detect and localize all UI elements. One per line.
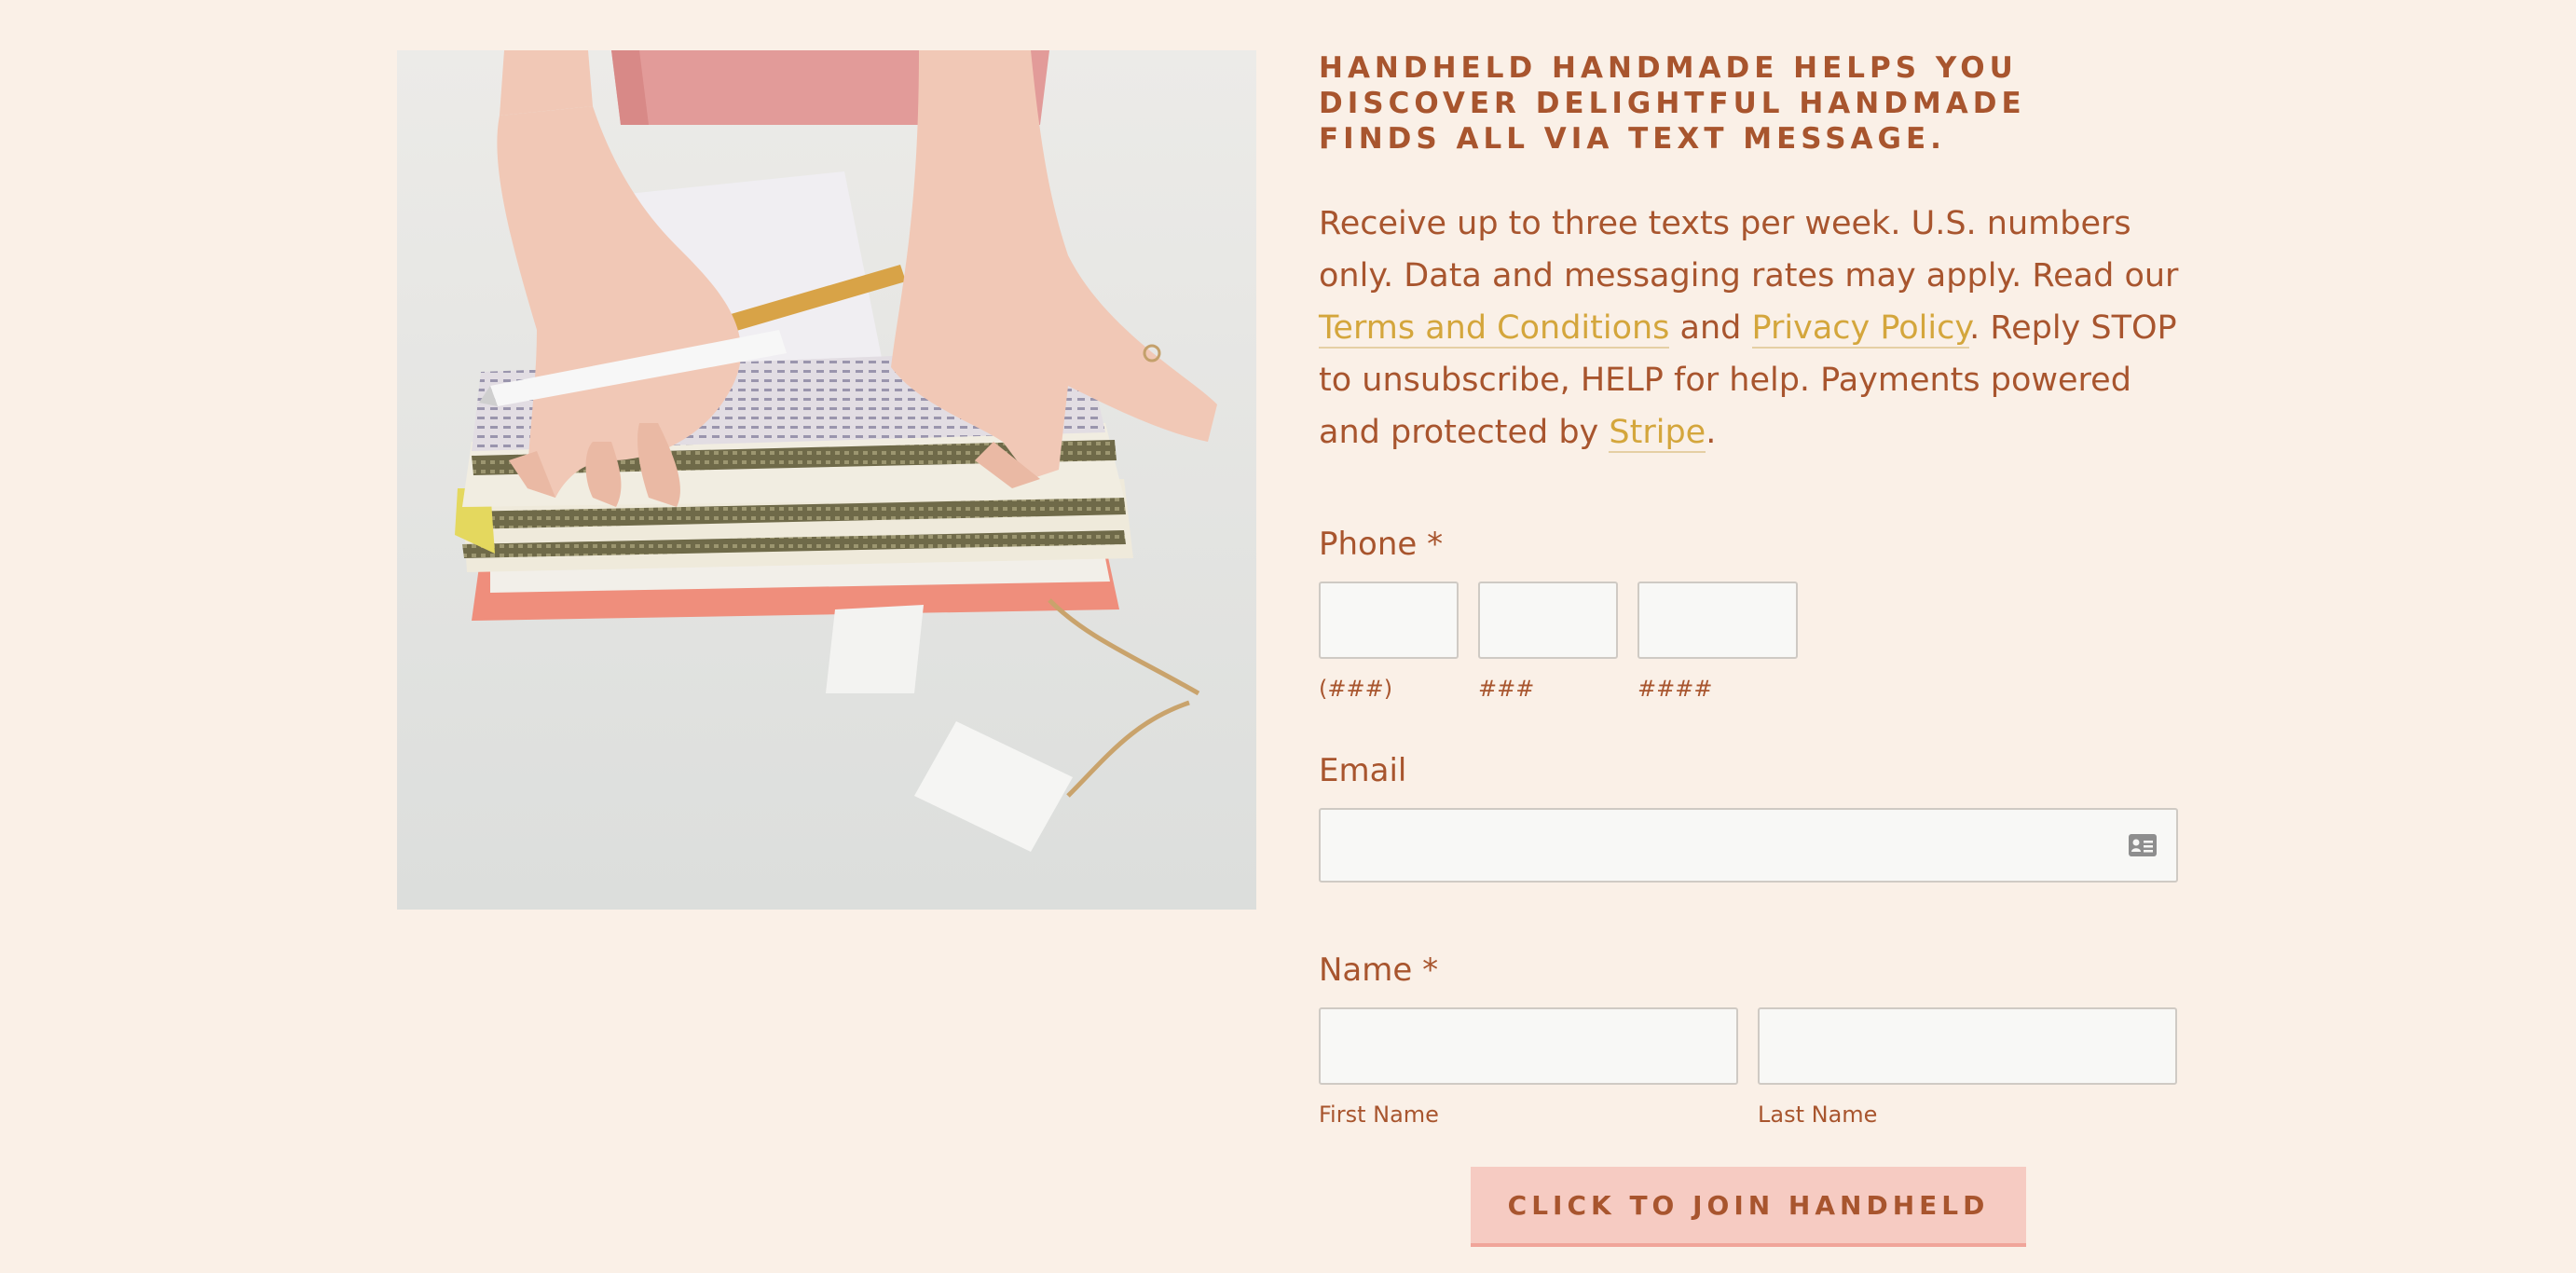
last-name-group: Last Name bbox=[1758, 1007, 2177, 1128]
stripe-link[interactable]: Stripe bbox=[1609, 414, 1706, 453]
last-name-input[interactable] bbox=[1758, 1007, 2177, 1085]
phone-label: Phone * bbox=[1319, 526, 1444, 563]
first-name-group: First Name bbox=[1319, 1007, 1738, 1128]
first-name-hint: First Name bbox=[1319, 1102, 1439, 1128]
contact-card-icon[interactable] bbox=[2128, 833, 2158, 857]
product-photo bbox=[397, 50, 1256, 910]
phone-line-group: #### bbox=[1637, 582, 1798, 702]
phone-prefix-group: ### bbox=[1478, 582, 1618, 702]
page-headline: HANDHELD HANDMADE HELPS YOU DISCOVER DEL… bbox=[1319, 51, 2026, 156]
phone-line-number-hint: #### bbox=[1637, 676, 1713, 702]
intro-text-part: and bbox=[1669, 309, 1752, 347]
phone-area-code-hint: (###) bbox=[1319, 676, 1393, 702]
email-input[interactable] bbox=[1319, 808, 2178, 883]
submit-container: CLICK TO JOIN HANDHELD bbox=[1319, 1167, 2178, 1247]
phone-area-code-input[interactable] bbox=[1319, 582, 1459, 659]
intro-text-part: Receive up to three texts per week. U.S.… bbox=[1319, 205, 2179, 294]
intro-text-part: . bbox=[1706, 414, 1717, 451]
terms-link[interactable]: Terms and Conditions bbox=[1319, 309, 1670, 349]
last-name-hint: Last Name bbox=[1758, 1102, 1878, 1128]
join-handheld-button[interactable]: CLICK TO JOIN HANDHELD bbox=[1471, 1167, 2026, 1247]
phone-line-number-input[interactable] bbox=[1637, 582, 1798, 659]
email-label: Email bbox=[1319, 752, 1407, 789]
signup-form-column: HANDHELD HANDMADE HELPS YOU DISCOVER DEL… bbox=[1319, 50, 2185, 1247]
intro-text: Receive up to three texts per week. U.S.… bbox=[1319, 198, 2185, 459]
phone-prefix-hint: ### bbox=[1478, 676, 1535, 702]
phone-area-group: (###) bbox=[1319, 582, 1459, 702]
phone-prefix-input[interactable] bbox=[1478, 582, 1618, 659]
phone-field-group: (###) ### #### bbox=[1319, 582, 2185, 702]
privacy-policy-link[interactable]: Privacy Policy bbox=[1751, 309, 1970, 349]
first-name-input[interactable] bbox=[1319, 1007, 1738, 1085]
name-field-group: First Name Last Name bbox=[1319, 1007, 2185, 1128]
name-label: Name * bbox=[1319, 951, 1439, 989]
photo-hands-zipper-pouches-image bbox=[397, 50, 1256, 910]
